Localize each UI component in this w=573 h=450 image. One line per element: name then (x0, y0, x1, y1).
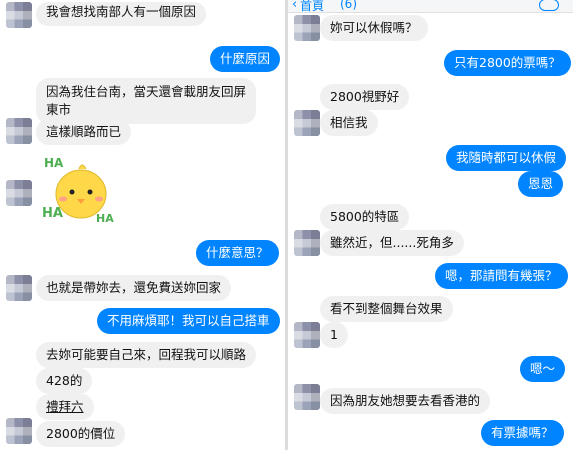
incoming-message: 禮拜六 (36, 394, 94, 420)
info-icon[interactable] (539, 0, 559, 11)
incoming-message: 看不到整個舞台效果 (320, 296, 453, 322)
unread-count: (6) (340, 0, 357, 11)
left-chat-panel: 我會想找南部人有一個原因 什麼原因 因為我住台南，當天還會載朋友回屏 東市 這樣… (0, 0, 285, 450)
outgoing-message: 只有2800的票嗎？ (444, 50, 571, 76)
incoming-message: 妳可以休假嗎？ (320, 15, 428, 41)
avatar (294, 110, 320, 136)
incoming-message: 因為我住台南，當天還會載朋友回屏 東市 (36, 78, 257, 124)
chat-header: ‹ 首頁 (6) (288, 0, 573, 13)
outgoing-message: 不用麻煩耶！我可以自己搭車 (97, 308, 280, 334)
outgoing-message: 嗯，那請問有幾張？ (435, 263, 568, 289)
incoming-message: 我會想找南部人有一個原因 (36, 2, 207, 26)
ha-text: HA (44, 156, 64, 170)
back-chevron-icon[interactable]: ‹ (292, 0, 297, 12)
avatar (6, 180, 32, 206)
avatar (6, 2, 32, 28)
incoming-message: 相信我 (320, 110, 378, 136)
avatar (6, 118, 32, 144)
avatar (6, 275, 32, 301)
outgoing-message: 嗯～ (520, 356, 566, 382)
avatar (6, 418, 32, 444)
back-button[interactable]: 首頁 (300, 0, 324, 14)
outgoing-message: 我隨時都可以休假 (446, 145, 567, 171)
outgoing-message: 有票據嗎？ (481, 420, 564, 446)
incoming-message: 去妳可能要自己來，回程我可以順路 (36, 342, 257, 368)
avatar (294, 384, 320, 410)
incoming-message: 2800的價位 (36, 421, 126, 447)
outgoing-message: 恩恩 (518, 171, 564, 197)
incoming-message: 這樣順路而已 (36, 119, 132, 145)
haha-chick-sticker: HA HA HA (36, 150, 124, 228)
screenshot-stage: 我會想找南部人有一個原因 什麼原因 因為我住台南，當天還會載朋友回屏 東市 這樣… (0, 0, 573, 450)
ha-text: HA (42, 206, 63, 221)
avatar (294, 15, 320, 41)
incoming-message: 因為朋友她想要去看香港的 (320, 388, 491, 414)
incoming-message: 1 (320, 322, 348, 348)
ha-text: HA (96, 212, 114, 225)
outgoing-message: 什麼原因 (210, 46, 281, 72)
incoming-message: 2800視野好 (320, 84, 410, 110)
incoming-message: 5800的特區 (320, 204, 410, 230)
incoming-message: 雖然近，但......死角多 (320, 230, 464, 256)
outgoing-message: 什麼意思？ (196, 240, 279, 266)
right-chat-panel: ‹ 首頁 (6) 妳可以休假嗎？ 只有2800的票嗎？ 2800視野好 相信我 … (288, 0, 573, 450)
incoming-message: 428的 (36, 368, 93, 394)
avatar (294, 322, 320, 348)
avatar (294, 230, 320, 256)
incoming-message: 也就是帶妳去，還免費送妳回家 (36, 275, 232, 301)
